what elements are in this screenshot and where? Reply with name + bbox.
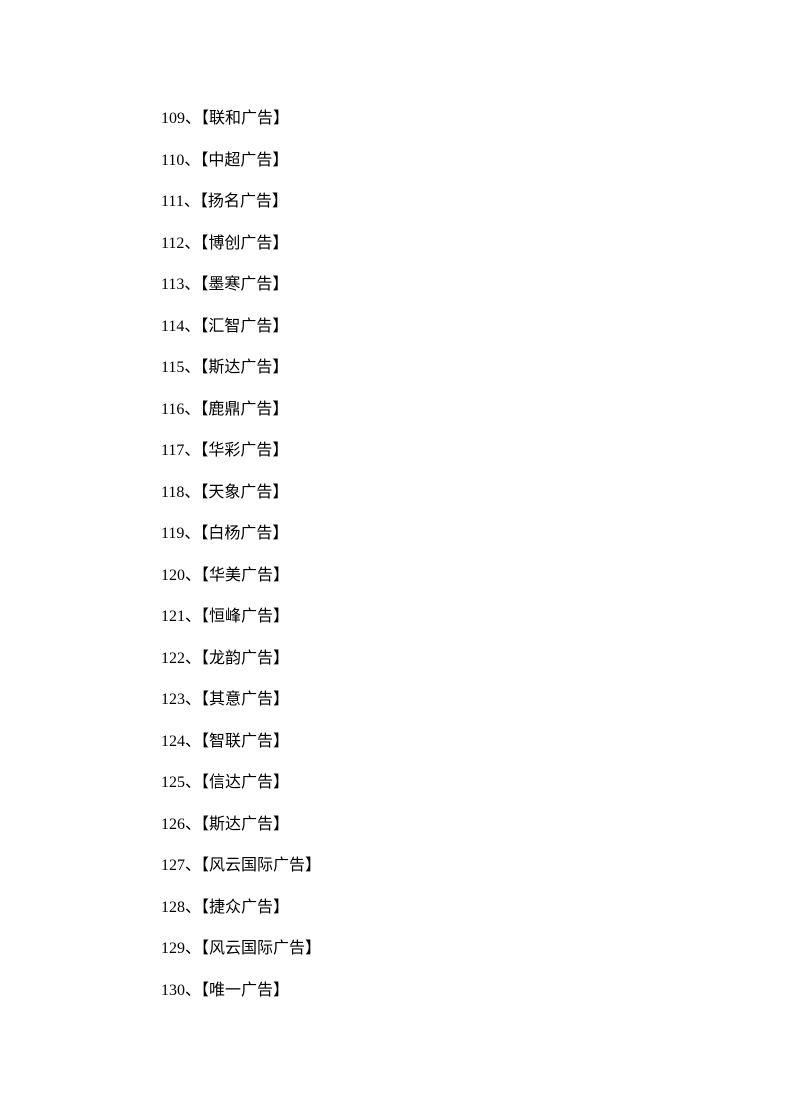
list-item: 115、【斯达广告】 (161, 347, 321, 389)
list-item: 128、【捷众广告】 (161, 887, 321, 929)
list-item: 112、【博创广告】 (161, 223, 321, 265)
list-item: 118、【天象广告】 (161, 472, 321, 514)
list-item: 130、【唯一广告】 (161, 970, 321, 1012)
list-item: 116、【鹿鼎广告】 (161, 389, 321, 431)
list-item: 109、【联和广告】 (161, 98, 321, 140)
list-item: 122、【龙韵广告】 (161, 638, 321, 680)
list-item: 124、【智联广告】 (161, 721, 321, 763)
list-item: 125、【信达广告】 (161, 762, 321, 804)
list-item: 117、【华彩广告】 (161, 430, 321, 472)
list-item: 111、【扬名广告】 (161, 181, 321, 223)
list-item: 123、【其意广告】 (161, 679, 321, 721)
list-item: 114、【汇智广告】 (161, 306, 321, 348)
list-item: 121、【恒峰广告】 (161, 596, 321, 638)
list-item: 127、【风云国际广告】 (161, 845, 321, 887)
list-item: 113、【墨寒广告】 (161, 264, 321, 306)
list-item: 119、【白杨广告】 (161, 513, 321, 555)
document-content: 109、【联和广告】110、【中超广告】111、【扬名广告】112、【博创广告】… (161, 98, 321, 1011)
list-item: 110、【中超广告】 (161, 140, 321, 182)
list-item: 120、【华美广告】 (161, 555, 321, 597)
list-item: 126、【斯达广告】 (161, 804, 321, 846)
list-item: 129、【风云国际广告】 (161, 928, 321, 970)
